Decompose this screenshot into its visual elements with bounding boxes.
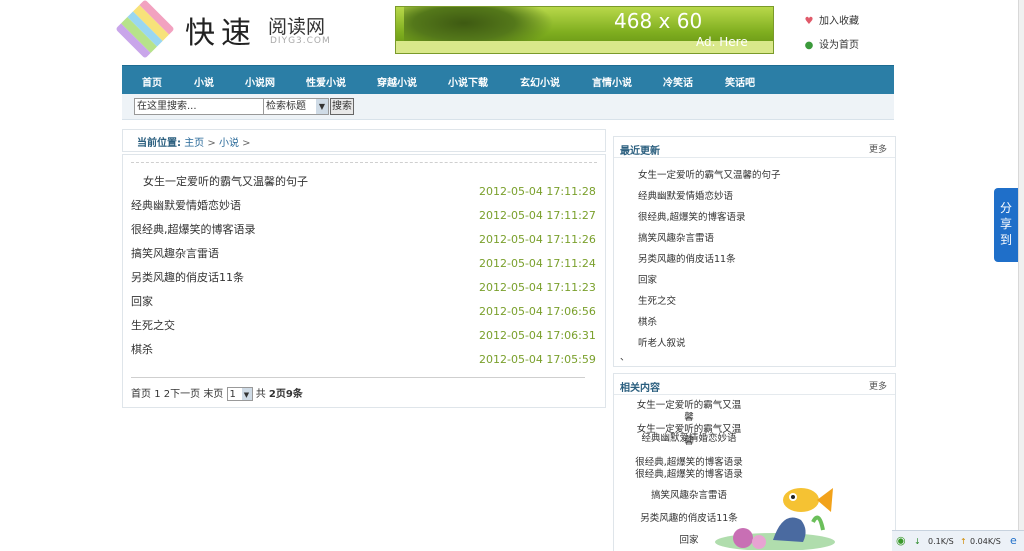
nav-item-novel[interactable]: 小说 xyxy=(194,74,214,89)
search-type-value: 检索标题 xyxy=(266,101,306,112)
search-type-select[interactable]: 检索标题 ▼ xyxy=(263,98,329,115)
panel-title: 相关内容 xyxy=(620,383,660,394)
trailing-mark: 、 xyxy=(620,352,630,363)
search-bar: 在这里搜索... 检索标题 ▼ 搜索 xyxy=(122,94,894,120)
list-item[interactable]: 搞笑风趣杂言雷语 xyxy=(638,230,714,244)
list-item[interactable]: 棋杀 xyxy=(638,314,657,328)
list-item-line: 女生一定爱听的霸气又温馨 xyxy=(636,400,742,423)
breadcrumb-section[interactable]: 小说 xyxy=(219,138,239,149)
pager-total-items: 9条 xyxy=(285,389,303,400)
breadcrumb-sep: > xyxy=(242,138,251,149)
main-nav: 首页 小说 小说网 性爱小说 穿越小说 小说下载 玄幻小说 言情小说 冷笑话 笑… xyxy=(122,65,894,95)
pager-last[interactable]: 末页 xyxy=(203,389,223,400)
heart-icon: ♥ xyxy=(804,16,814,27)
chevron-down-icon: ▼ xyxy=(316,99,328,114)
nav-item-adult-novel[interactable]: 性爱小说 xyxy=(306,74,346,89)
upload-arrow-icon: ↑ xyxy=(960,537,967,546)
scrollbar[interactable] xyxy=(1018,0,1024,530)
list-item[interactable]: 生死之交 xyxy=(638,293,676,307)
nav-item-novel-site[interactable]: 小说网 xyxy=(245,74,275,89)
logo-domain: DIYG3.COM xyxy=(270,36,331,46)
panel-header: 相关内容 更多 xyxy=(614,374,895,395)
chevron-down-icon: ▼ xyxy=(241,388,252,400)
list-item[interactable]: 很经典,超爆笑的博客语录 xyxy=(131,221,256,237)
breadcrumb: 当前位置: 主页 > 小说 > xyxy=(122,129,606,152)
breadcrumb-home[interactable]: 主页 xyxy=(184,138,204,149)
list-item[interactable]: 棋杀 xyxy=(131,341,153,357)
list-item-date: 2012-05-04 17:11:23 xyxy=(479,281,596,294)
network-icon: ◉ xyxy=(896,534,906,547)
pager-total-prefix: 共 xyxy=(255,389,266,400)
nav-item-time-travel[interactable]: 穿越小说 xyxy=(377,74,417,89)
more-link[interactable]: 更多 xyxy=(869,379,887,392)
pager-total-pages: 2页 xyxy=(268,389,286,400)
set-homepage-link[interactable]: ● 设为首页 xyxy=(804,36,859,51)
fish-decoration-icon xyxy=(715,488,835,550)
list-item[interactable]: 很经典,超爆笑的博客语录 xyxy=(638,209,746,223)
green-dot-icon: ● xyxy=(804,40,814,51)
list-item-date: 2012-05-04 17:11:26 xyxy=(479,233,596,246)
list-item[interactable]: 搞笑风趣杂言雷语 xyxy=(131,245,219,261)
list-item-date: 2012-05-04 17:11:27 xyxy=(479,209,596,222)
nav-item-download[interactable]: 小说下载 xyxy=(448,74,488,89)
nav-item-joke-bar[interactable]: 笑话吧 xyxy=(725,74,755,89)
download-speed: 0.1K/S xyxy=(928,537,954,546)
page: 快速 阅读网 DIYG3.COM 468 x 60 Ad. Here ♥ 加入收藏… xyxy=(0,0,1024,551)
list-item-date: 2012-05-04 17:11:28 xyxy=(479,185,596,198)
list-item[interactable]: 回家 xyxy=(638,272,657,286)
nav-item-home[interactable]: 首页 xyxy=(142,74,162,89)
list-item[interactable]: 另类风趣的俏皮话11条 xyxy=(131,269,244,285)
list-item[interactable]: 生死之交 xyxy=(131,317,175,333)
search-input[interactable]: 在这里搜索... xyxy=(134,98,264,115)
list-item-date: 2012-05-04 17:11:24 xyxy=(479,257,596,270)
logo-title[interactable]: 快速 xyxy=(185,8,257,52)
nav-item-romance[interactable]: 言情小说 xyxy=(592,74,632,89)
list-item[interactable]: 回家 xyxy=(131,293,153,309)
pager-select-value: 1 xyxy=(229,389,236,400)
list-item-date: 2012-05-04 17:06:31 xyxy=(479,329,596,342)
search-button[interactable]: 搜索 xyxy=(330,98,354,115)
logo-subtitle[interactable]: 阅读网 xyxy=(268,12,325,39)
add-favorite-label: 加入收藏 xyxy=(819,16,859,27)
list-item[interactable]: 经典幽默爱情婚恋妙语 xyxy=(131,197,241,213)
list-item-line: 很经典,超爆笑的博客语录 xyxy=(635,457,743,468)
share-button[interactable]: 分享到 xyxy=(994,188,1018,262)
browser-icon: e xyxy=(1010,534,1017,547)
pager-page-1[interactable]: 1 xyxy=(154,389,160,400)
divider xyxy=(131,162,597,163)
set-homepage-label: 设为首页 xyxy=(819,40,859,51)
banner-ad-text: Ad. Here xyxy=(696,35,748,49)
list-item[interactable]: 女生一定爱听的霸气又温馨的句子 xyxy=(143,173,308,189)
divider xyxy=(131,377,585,378)
pager-next[interactable]: 下一页 xyxy=(170,389,200,400)
breadcrumb-label: 当前位置: xyxy=(137,138,181,149)
list-item[interactable]: 另类风趣的俏皮话11条 xyxy=(638,251,736,265)
pagination: 首页 1 2下一页 末页 1 ▼ 共 2页9条 xyxy=(131,385,303,401)
list-item[interactable]: 经典幽默爱情婚恋妙语 xyxy=(638,188,733,202)
add-favorite-link[interactable]: ♥ 加入收藏 xyxy=(804,12,859,27)
network-status-bar: ◉ ↓ 0.1K/S ↑ 0.04K/S e xyxy=(892,530,1024,551)
more-link[interactable]: 更多 xyxy=(869,142,887,155)
list-item[interactable]: 听老人叙说 xyxy=(638,335,686,349)
share-label: 分享到 xyxy=(1000,201,1013,247)
recent-updates-panel: 最近更新 更多 女生一定爱听的霸气又温馨的句子 经典幽默爱情婚恋妙语 很经典,超… xyxy=(613,136,896,367)
list-item[interactable]: 女生一定爱听的霸气又温馨的句子 xyxy=(638,167,781,181)
upload-speed: 0.04K/S xyxy=(970,537,1001,546)
list-item[interactable]: 经典幽默爱情婚恋妙语 xyxy=(634,433,744,445)
pager-select[interactable]: 1 ▼ xyxy=(226,387,253,401)
article-list: 女生一定爱听的霸气又温馨的句子 2012-05-04 17:11:28 经典幽默… xyxy=(122,154,606,408)
ad-banner[interactable]: 468 x 60 Ad. Here xyxy=(395,6,774,54)
nav-item-cold-jokes[interactable]: 冷笑话 xyxy=(663,74,693,89)
nav-item-fantasy[interactable]: 玄幻小说 xyxy=(520,74,560,89)
list-item-date: 2012-05-04 17:06:56 xyxy=(479,305,596,318)
breadcrumb-sep: > xyxy=(207,138,216,149)
panel-header: 最近更新 更多 xyxy=(614,137,895,158)
logo-icon[interactable] xyxy=(115,0,175,59)
list-item-date: 2012-05-04 17:05:59 xyxy=(479,353,596,366)
panel-title: 最近更新 xyxy=(620,146,660,157)
banner-size-text: 468 x 60 xyxy=(614,9,703,33)
download-arrow-icon: ↓ xyxy=(914,537,921,546)
pager-first[interactable]: 首页 xyxy=(131,389,151,400)
